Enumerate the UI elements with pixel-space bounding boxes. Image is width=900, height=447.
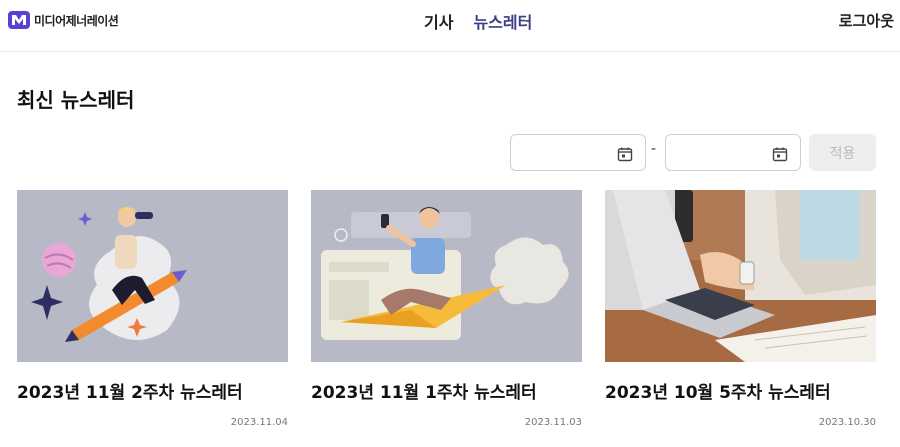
nav-item-newsletter[interactable]: 뉴스레터 [473,9,532,33]
newsletter-card[interactable]: 2023년 11월 2주차 뉴스레터 2023.11.04 [17,190,288,428]
calendar-icon[interactable] [772,146,788,162]
top-navigation-bar: 미디어제너레이션 기사 뉴스레터 로그아웃 [0,0,900,52]
newsletter-card[interactable]: 2023년 10월 5주차 뉴스레터 2023.10.30 [605,190,876,428]
newsletter-card-title[interactable]: 2023년 11월 1주차 뉴스레터 [311,378,537,403]
brand-logo-icon [8,11,30,29]
page-title: 최신 뉴스레터 [17,88,135,112]
end-date-field[interactable] [665,134,801,171]
brand-logo[interactable]: 미디어제너레이션 [8,9,119,31]
newsletter-card-title[interactable]: 2023년 11월 2주차 뉴스레터 [17,378,243,403]
newsletter-card-date: 2023.11.04 [230,417,288,428]
newsletter-card-date: 2023.11.03 [524,417,582,428]
newsletter-thumbnail[interactable] [311,190,582,362]
main-nav: 기사 뉴스레터 [424,9,532,33]
newsletter-thumbnail[interactable] [17,190,288,362]
newsletter-thumbnail[interactable] [605,190,876,362]
start-date-input[interactable] [517,141,615,164]
start-date-field[interactable] [510,134,646,171]
apply-filter-button[interactable]: 적용 [809,134,876,171]
calendar-icon[interactable] [617,146,633,162]
logout-button[interactable]: 로그아웃 [839,10,894,31]
end-date-input[interactable] [672,141,770,164]
newsletter-card-title[interactable]: 2023년 10월 5주차 뉴스레터 [605,378,831,403]
brand-name: 미디어제너레이션 [34,13,119,28]
newsletter-card-date: 2023.10.30 [818,417,876,428]
date-range-separator: - [651,141,657,157]
nav-item-articles[interactable]: 기사 [424,9,453,33]
newsletter-card[interactable]: 2023년 11월 1주차 뉴스레터 2023.11.03 [311,190,582,428]
